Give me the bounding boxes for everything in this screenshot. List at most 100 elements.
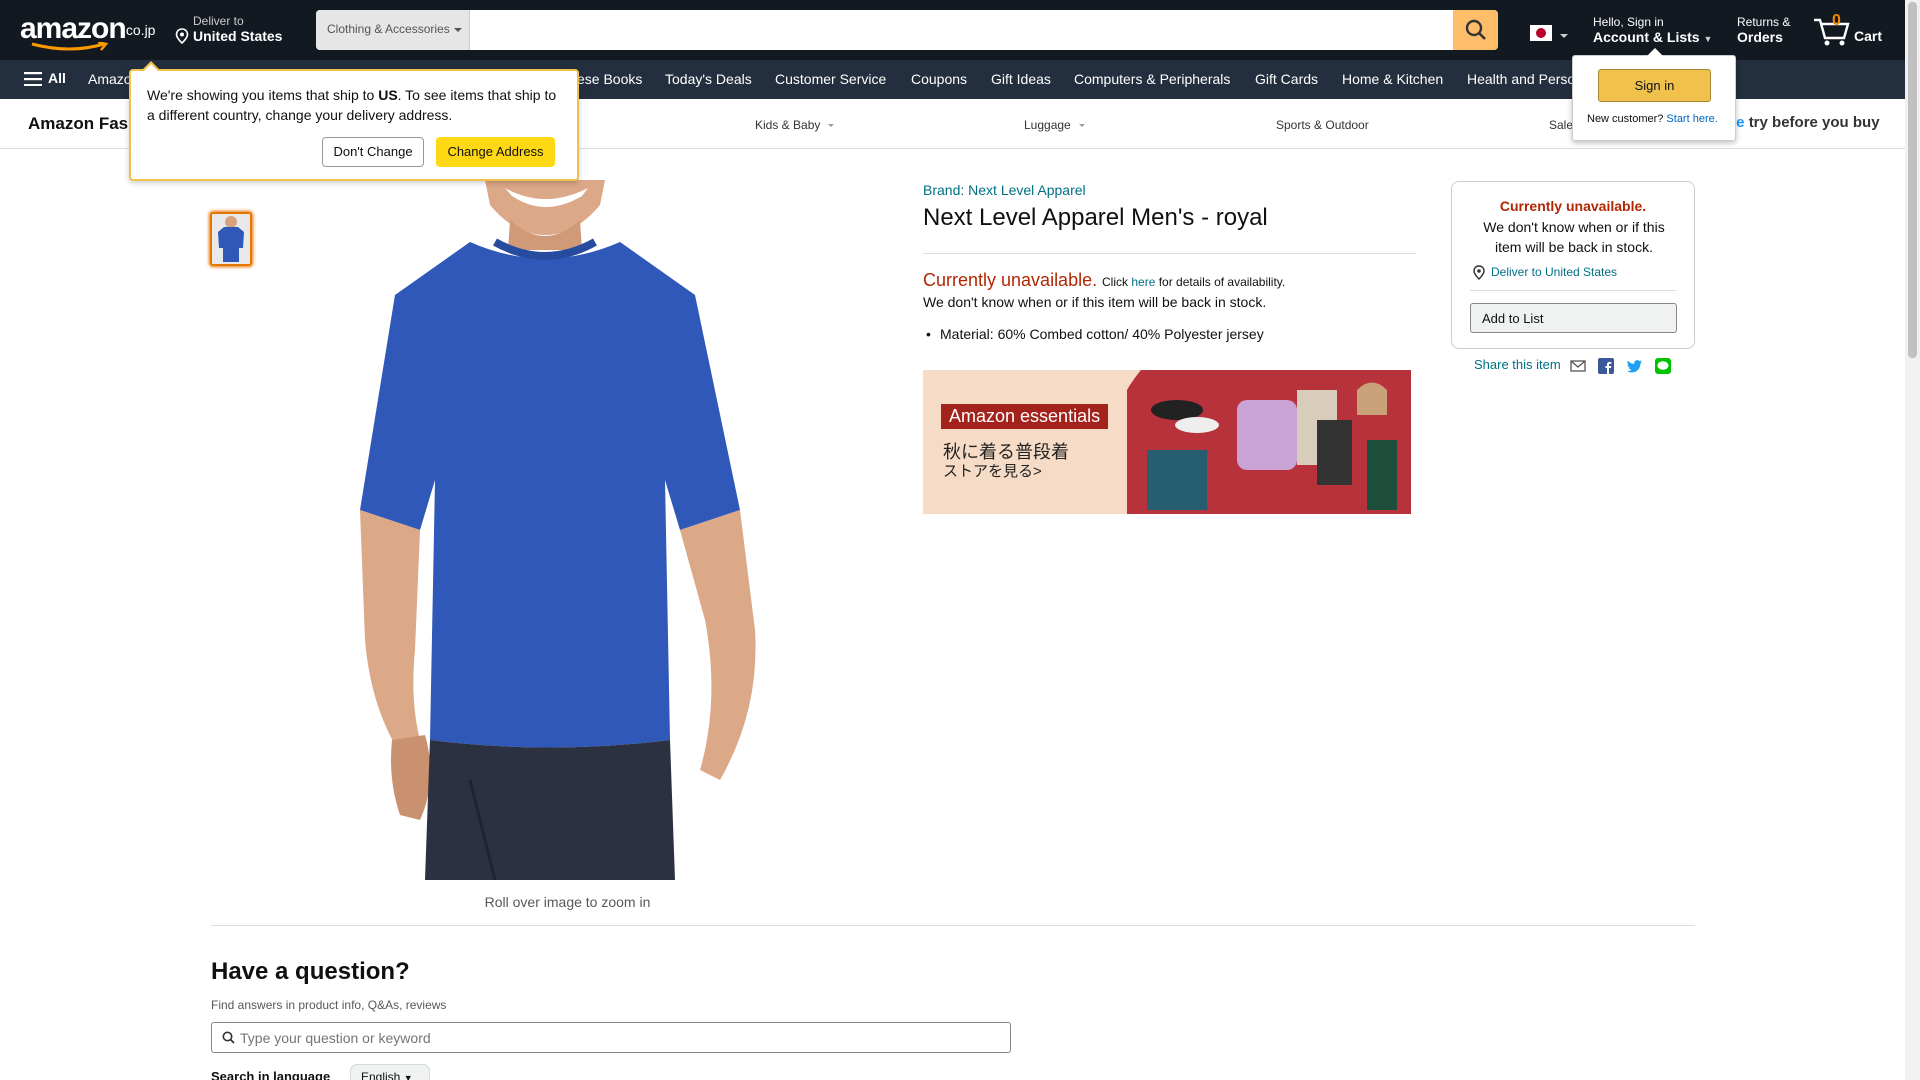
availability-here-link[interactable]: here — [1131, 275, 1155, 289]
scrollbar-thumb[interactable] — [1908, 2, 1917, 358]
amazon-essentials-banner[interactable]: Amazon essentials 秋に着る普段着 ストアを見る> — [923, 370, 1411, 514]
availability-details: Click here for details of availability. — [1102, 275, 1285, 289]
buybox-deliver-text: Deliver to United States — [1491, 265, 1618, 279]
popover-text-before: We're showing you items that ship to — [147, 87, 379, 103]
divider — [211, 925, 1695, 926]
share-link[interactable]: Share this item — [1474, 357, 1561, 372]
try-before-label: try before you buy — [1748, 114, 1880, 131]
product-main-image[interactable] — [320, 180, 810, 881]
subnav-item-computers[interactable]: Computers & Peripherals — [1074, 71, 1230, 87]
line-icon[interactable] — [1655, 358, 1672, 374]
search-input[interactable] — [472, 10, 1441, 50]
start-here-link[interactable]: Start here. — [1666, 113, 1717, 125]
search-button[interactable] — [1453, 10, 1498, 50]
chevron-down-icon — [828, 124, 835, 128]
click-text: Click — [1102, 275, 1128, 289]
location-pin-icon — [1473, 265, 1485, 280]
deliver-line1: Deliver to — [193, 14, 244, 28]
cart-count: 0 — [1832, 12, 1841, 29]
popover-message: We're showing you items that ship to US.… — [147, 85, 561, 125]
feature-bullet: Material: 60% Combed cotton/ 40% Polyest… — [926, 326, 1264, 342]
logo-text: amazon — [20, 12, 127, 45]
qa-search-input[interactable] — [240, 1026, 1000, 1049]
smile-arrow-icon — [31, 42, 109, 51]
search-language-value: English — [361, 1070, 401, 1080]
buybox-deliver-link[interactable]: Deliver to United States — [1472, 265, 1618, 280]
all-menu-button[interactable]: All — [24, 70, 66, 87]
new-customer-text: New customer? Start here. — [1587, 113, 1718, 125]
banner-pill: Amazon essentials — [941, 404, 1109, 429]
subnav-item-books[interactable]: ese Books — [577, 71, 642, 87]
fashion-cat-sports[interactable]: Sports & Outdoor — [1276, 118, 1369, 132]
share-icons — [1570, 358, 1679, 374]
returns-line1: Returns & — [1737, 15, 1791, 29]
subnav-item-health[interactable]: Health and Perso — [1467, 71, 1575, 87]
account-line2-text: Account & Lists — [1593, 29, 1700, 45]
availability-sub: We don't know when or if this item will … — [923, 294, 1267, 310]
zoom-hint: Roll over image to zoom in — [484, 894, 651, 910]
change-address-button[interactable]: Change Address — [436, 137, 555, 167]
email-icon[interactable] — [1570, 358, 1586, 374]
search-icon — [1465, 19, 1486, 40]
fashion-cat-label: Kids & Baby — [755, 118, 821, 132]
search-language-select[interactable]: English ▼ — [350, 1064, 430, 1080]
fashion-cat-luggage[interactable]: Luggage — [1024, 118, 1085, 132]
japan-flag-icon[interactable] — [1530, 25, 1552, 41]
amazon-logo[interactable]: amazon .co.jp — [20, 12, 160, 51]
delivery-popover: We're showing you items that ship to US.… — [129, 61, 579, 181]
qa-title: Have a question? — [211, 958, 410, 985]
subnav-item-customer-service[interactable]: Customer Service — [775, 71, 886, 87]
chevron-down-icon: ▼ — [403, 1073, 413, 1080]
fashion-cat-sale[interactable]: Sale — [1549, 118, 1573, 132]
divider — [923, 253, 1416, 254]
dont-change-button[interactable]: Don't Change — [322, 137, 424, 167]
fashion-cat-kids-baby[interactable]: Kids & Baby — [755, 118, 835, 132]
chevron-down-icon — [1560, 34, 1568, 38]
subnav-item-gift-ideas[interactable]: Gift Ideas — [991, 71, 1051, 87]
search-department-select[interactable]: Clothing & Accessories — [316, 10, 470, 50]
page-scrollbar[interactable] — [1905, 0, 1920, 1080]
chevron-down-icon — [1078, 124, 1085, 128]
brand-link[interactable]: Brand: Next Level Apparel — [923, 182, 1086, 198]
qa-search-field — [211, 1022, 1011, 1053]
tshirt-thumbnail-image — [212, 214, 250, 264]
product-page: amazon .co.jp Deliver to United States C… — [0, 0, 1920, 1080]
buybox-unavailable: Currently unavailable. — [1499, 198, 1647, 214]
subnav-item-coupons[interactable]: Coupons — [911, 71, 967, 87]
top-nav: amazon .co.jp Deliver to United States C… — [0, 0, 1905, 60]
subnav-item-todays-deals[interactable]: Today's Deals — [665, 71, 752, 87]
search-department-label: Clothing & Accessories — [327, 22, 450, 36]
cart[interactable]: 0 Cart — [1812, 12, 1892, 48]
product-title: Next Level Apparel Men's - royal — [923, 204, 1268, 231]
fashion-brand-label[interactable]: Amazon Fas — [28, 114, 128, 134]
deliver-to[interactable]: Deliver to United States — [175, 14, 282, 44]
chevron-down-icon — [453, 27, 462, 32]
facebook-icon[interactable] — [1598, 358, 1615, 374]
returns-line2: Orders — [1737, 29, 1783, 45]
details-text: for details of availability. — [1158, 275, 1286, 289]
popover-country: US — [378, 87, 398, 103]
account-lists[interactable]: Hello, Sign in Account & Lists ▼ — [1593, 15, 1712, 45]
returns-orders[interactable]: Returns & Orders — [1737, 15, 1790, 45]
account-line1: Hello, Sign in — [1593, 15, 1664, 29]
subnav-item-gift-cards[interactable]: Gift Cards — [1255, 71, 1318, 87]
product-thumbnail[interactable] — [210, 212, 252, 266]
hamburger-icon — [24, 72, 42, 87]
location-pin-icon — [175, 28, 189, 44]
cart-label: Cart — [1854, 28, 1883, 44]
twitter-icon[interactable] — [1626, 358, 1643, 374]
search-icon — [222, 1031, 235, 1044]
add-to-list-button[interactable]: Add to List — [1470, 303, 1677, 333]
signin-flyout: Sign in New customer? Start here. — [1572, 48, 1736, 141]
chevron-down-icon: ▼ — [1703, 34, 1713, 44]
banner-jp-line2: ストアを見る> — [943, 463, 1042, 480]
all-menu-label: All — [48, 70, 66, 86]
signin-button[interactable]: Sign in — [1598, 69, 1711, 102]
qa-subtitle: Find answers in product info, Q&As, revi… — [211, 998, 447, 1012]
account-line2: Account & Lists ▼ — [1593, 29, 1712, 45]
new-customer-label: New customer? — [1587, 113, 1664, 125]
deliver-line2: United States — [193, 28, 283, 44]
buybox-sub: We don't know when or if this item will … — [1483, 219, 1665, 255]
subnav-item-home-kitchen[interactable]: Home & Kitchen — [1342, 71, 1443, 87]
try-before-you-buy[interactable]: ne try before you buy — [1727, 114, 1880, 131]
